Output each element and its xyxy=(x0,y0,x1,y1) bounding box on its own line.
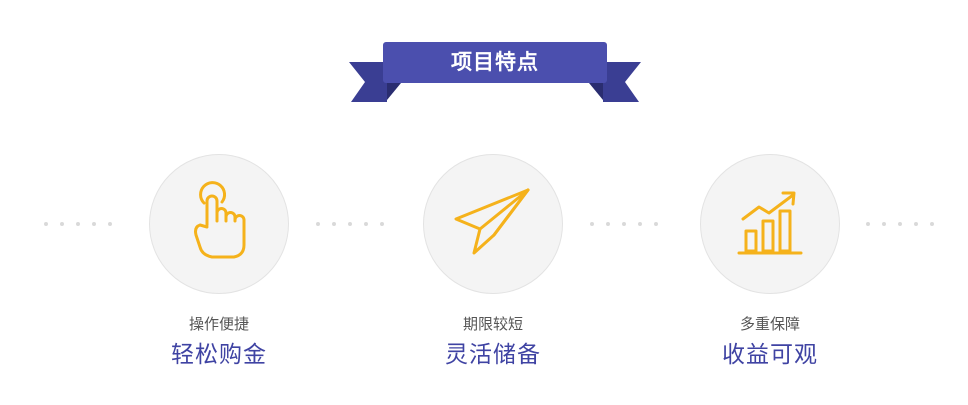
section-ribbon: 项目特点 xyxy=(349,42,641,104)
dots-connector-left xyxy=(44,222,112,226)
feature-icon-circle xyxy=(423,154,563,294)
feature-icon-circle xyxy=(700,154,840,294)
feature-icon-circle xyxy=(149,154,289,294)
paper-plane-icon xyxy=(454,188,530,255)
feature-subtitle: 多重保障 xyxy=(739,315,800,333)
feature-title: 轻松购金 xyxy=(171,342,267,368)
feature-title: 收益可观 xyxy=(722,342,818,368)
tap-hand-icon xyxy=(194,181,246,259)
dots-connector-2 xyxy=(590,222,658,226)
section-title: 项目特点 xyxy=(451,50,539,74)
feature-subtitle: 期限较短 xyxy=(462,315,523,333)
dots-connector-right xyxy=(866,222,934,226)
feature-title: 灵活储备 xyxy=(445,342,541,368)
feature-subtitle: 操作便捷 xyxy=(188,315,249,333)
growth-chart-icon xyxy=(737,191,803,255)
dots-connector-1 xyxy=(316,222,384,226)
